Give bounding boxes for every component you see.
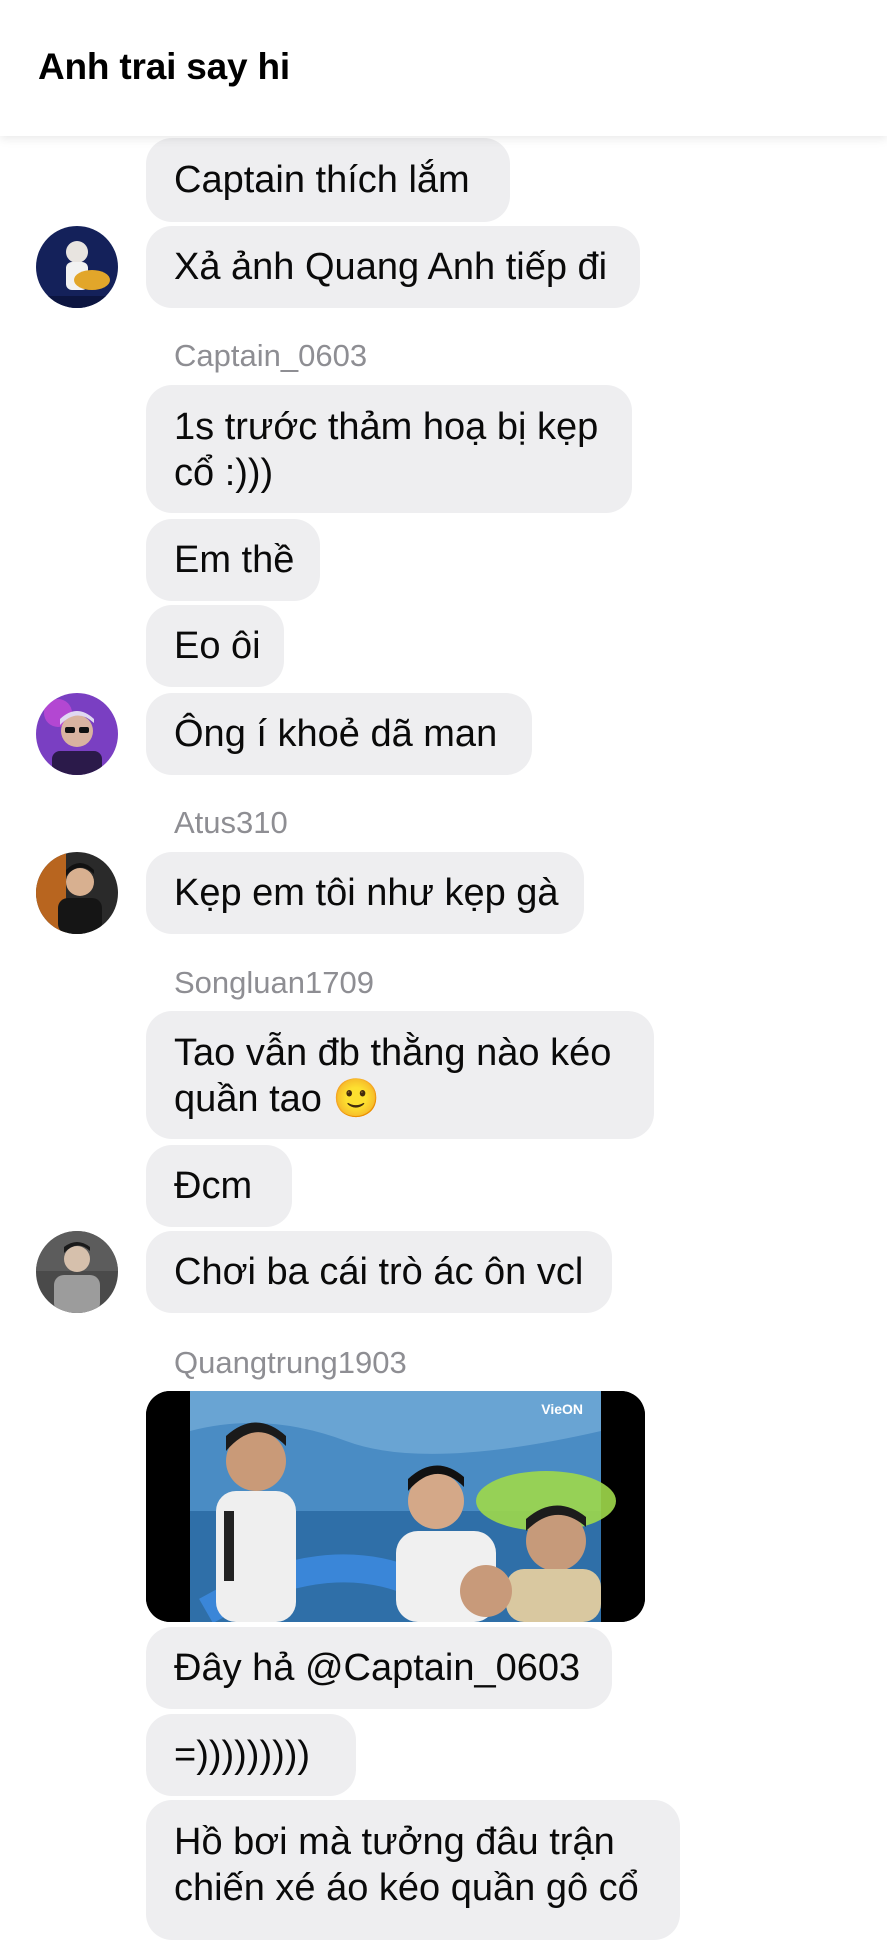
message-text: Eo ôi	[174, 625, 261, 667]
avatar[interactable]	[36, 693, 118, 775]
video-frame	[146, 1391, 645, 1622]
message-bubble[interactable]: =)))))))))	[146, 1714, 356, 1796]
message-text: Em thề	[174, 539, 295, 581]
message-bubble[interactable]: Xả ảnh Quang Anh tiếp đi	[146, 226, 640, 308]
message-bubble[interactable]: Kẹp em tôi như kẹp gà	[146, 852, 584, 934]
message-text: Tao vẫn đb thằng nào kéo quần tao 🙂	[174, 1032, 612, 1120]
message-bubble[interactable]: Đcm	[146, 1145, 292, 1227]
message-text: Đây hả @Captain_0603	[174, 1647, 581, 1689]
message-bubble[interactable]: Tao vẫn đb thằng nào kéo quần tao 🙂	[146, 1011, 654, 1139]
sender-name: Atus310	[174, 805, 288, 840]
message-bubble[interactable]: Eo ôi	[146, 605, 284, 687]
sender-name: Captain_0603	[174, 338, 368, 373]
video-attachment[interactable]: VieON	[146, 1391, 645, 1622]
message-bubble[interactable]: Ông í khoẻ dã man	[146, 693, 532, 775]
message-bubble[interactable]: Đây hả @Captain_0603	[146, 1627, 612, 1709]
avatar[interactable]	[36, 226, 118, 308]
message-bubble[interactable]: Captain thích lắm	[146, 138, 510, 222]
message-bubble[interactable]: Em thề	[146, 519, 320, 601]
message-text: Chơi ba cái trò ác ôn vcl	[174, 1251, 584, 1293]
message-text: =)))))))))	[174, 1734, 311, 1776]
chat-header: Anh trai say hi	[0, 0, 887, 136]
avatar[interactable]	[36, 1231, 118, 1313]
message-text: Captain thích lắm	[174, 159, 470, 201]
avatar[interactable]	[36, 852, 118, 934]
message-text: 1s trước thảm hoạ bị kẹp cổ :)))	[174, 406, 599, 494]
sender-name: Quangtrung1903	[174, 1345, 407, 1380]
sender-name: Songluan1709	[174, 965, 374, 1000]
chat-title[interactable]: Anh trai say hi	[38, 46, 290, 88]
message-text: Hồ bơi mà tưởng đâu trận chiến xé áo kéo…	[174, 1821, 639, 1909]
message-text: Kẹp em tôi như kẹp gà	[174, 872, 559, 914]
message-text: Ông í khoẻ dã man	[174, 713, 498, 755]
message-text: Xả ảnh Quang Anh tiếp đi	[174, 246, 608, 288]
video-watermark: VieON	[541, 1401, 583, 1417]
message-bubble[interactable]: Chơi ba cái trò ác ôn vcl	[146, 1231, 612, 1313]
message-text: Đcm	[174, 1165, 253, 1207]
message-bubble[interactable]: Hồ bơi mà tưởng đâu trận chiến xé áo kéo…	[146, 1800, 680, 1940]
message-bubble[interactable]: 1s trước thảm hoạ bị kẹp cổ :)))	[146, 385, 632, 513]
